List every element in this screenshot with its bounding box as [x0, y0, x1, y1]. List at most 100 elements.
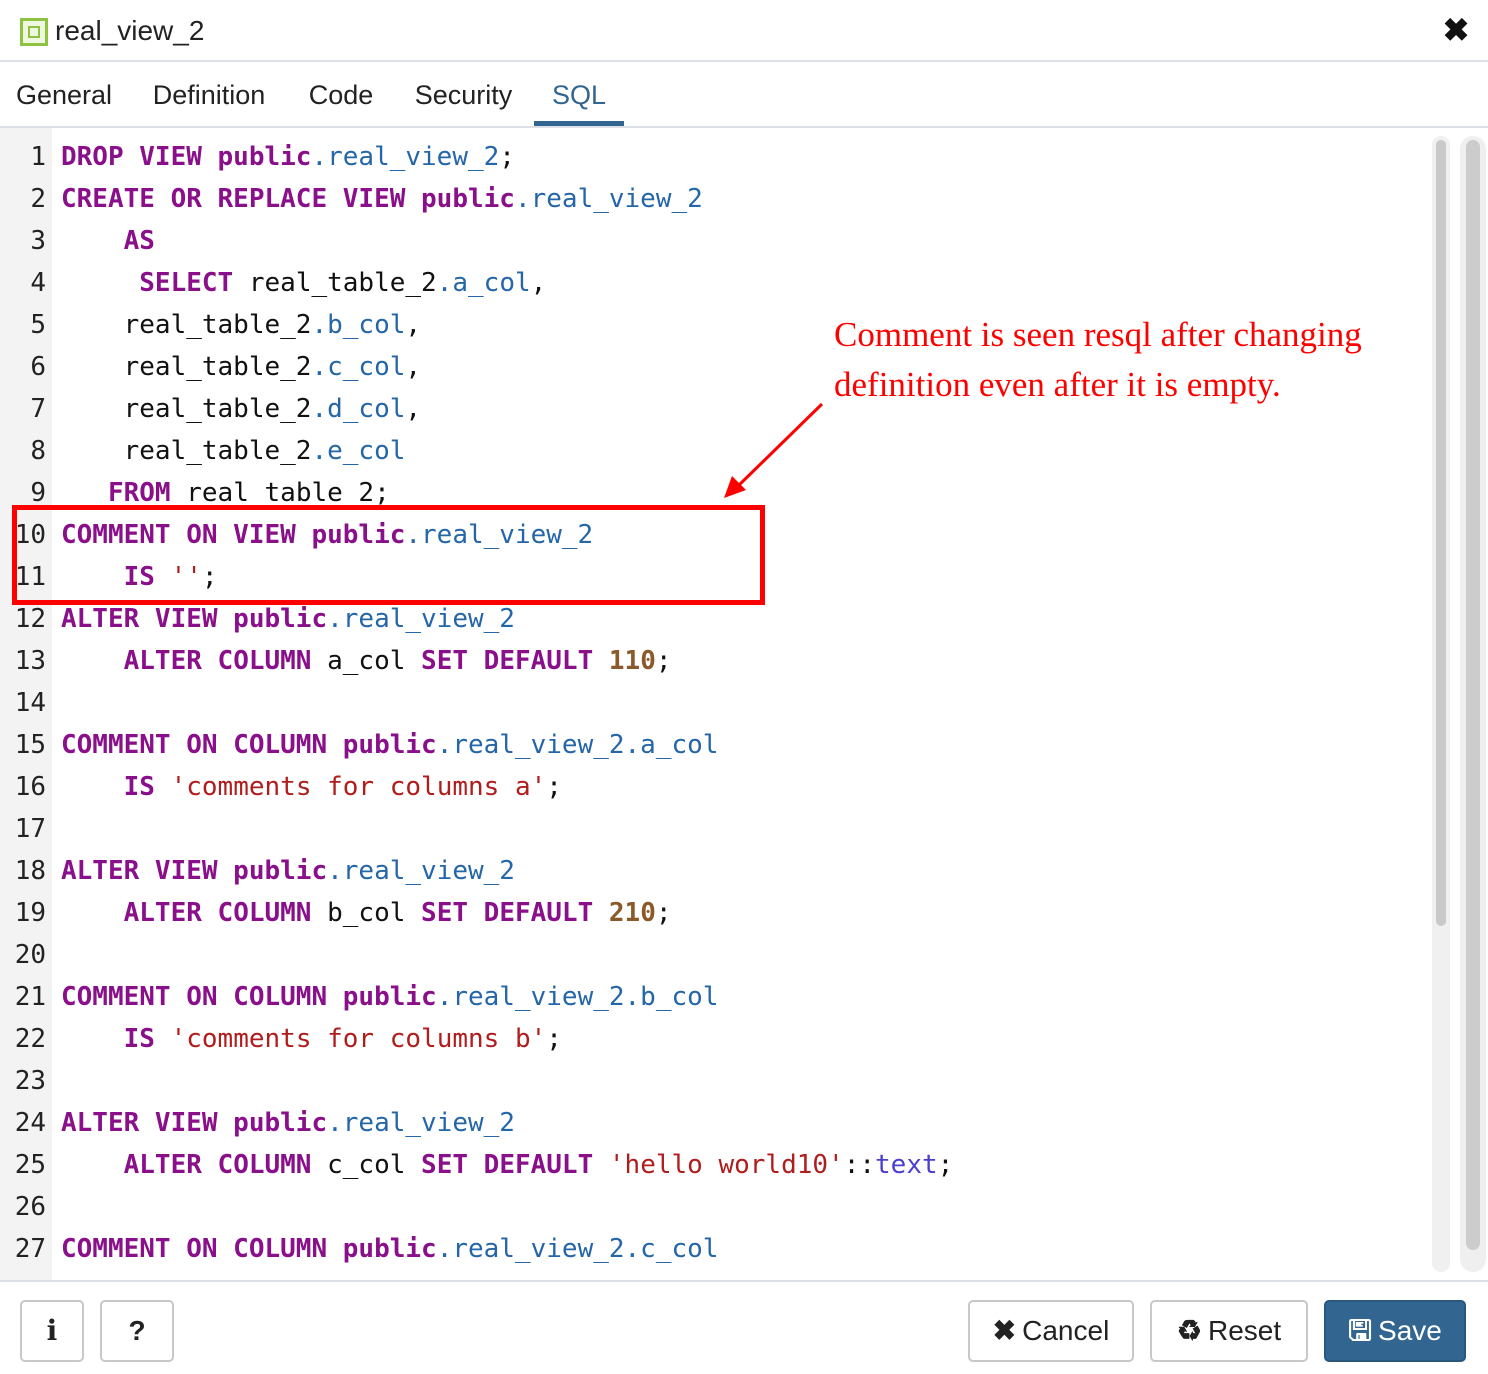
- code-line: 25 ALTER COLUMN c_col SET DEFAULT 'hello…: [0, 1144, 1420, 1186]
- save-button[interactable]: 🖫 Save: [1324, 1300, 1466, 1362]
- code-text: IS 'comments for columns b';: [61, 1018, 562, 1060]
- inner-scrollbar-thumb[interactable]: [1436, 140, 1446, 926]
- code-token: COMMENT ON COLUMN public: [61, 1234, 437, 1264]
- annotation-arrow: [724, 402, 824, 498]
- code-token: DROP VIEW public: [61, 142, 312, 172]
- cancel-button[interactable]: ✖ Cancel: [968, 1300, 1134, 1362]
- code-token: 110: [608, 646, 656, 676]
- line-number: 3: [30, 226, 46, 256]
- line-number: 18: [14, 856, 46, 886]
- code-line: 1 DROP VIEW public.real_view_2;: [0, 136, 1420, 178]
- line-number: 4: [30, 268, 46, 298]
- code-line: 14: [0, 682, 1420, 724]
- sql-editor[interactable]: 1 DROP VIEW public.real_view_2; 2 CREATE OR…: [0, 128, 1488, 1280]
- code-line: 22 IS 'comments for columns b';: [0, 1018, 1420, 1060]
- code-token: SET DEFAULT: [421, 898, 594, 928]
- info-button[interactable]: i: [20, 1300, 84, 1362]
- tab-general[interactable]: General: [16, 64, 112, 126]
- line-number: 15: [14, 730, 46, 760]
- help-button[interactable]: ?: [100, 1300, 174, 1362]
- line-number: 24: [14, 1108, 46, 1138]
- line-number: 21: [14, 982, 46, 1012]
- code-token: .a_col: [436, 268, 531, 298]
- code-token: SELECT: [139, 268, 234, 298]
- tab-bar: General Definition Code Security SQL: [0, 64, 1488, 128]
- outer-scrollbar-thumb[interactable]: [1466, 140, 1480, 1250]
- code-token: COMMENT ON COLUMN public: [61, 982, 437, 1012]
- code-token: ;: [655, 898, 672, 928]
- code-token: ,: [530, 268, 547, 298]
- tab-security[interactable]: Security: [413, 64, 514, 126]
- code-token: FROM: [107, 478, 171, 508]
- reset-button[interactable]: ♻ Reset: [1150, 1300, 1308, 1362]
- code-token: ;: [937, 1150, 954, 1180]
- save-icon: 🖫: [1348, 1315, 1373, 1346]
- close-icon[interactable]: ✖: [1440, 14, 1472, 46]
- code-token: 'hello world10': [608, 1150, 844, 1180]
- code-text: ALTER COLUMN b_col SET DEFAULT 210;: [61, 892, 672, 934]
- line-number: 6: [30, 352, 46, 382]
- code-text: DROP VIEW public.real_view_2;: [61, 136, 515, 178]
- code-token: ALTER COLUMN: [123, 1150, 312, 1180]
- line-number: 8: [30, 436, 46, 466]
- code-token: ,: [405, 352, 422, 382]
- line-number: 20: [14, 940, 46, 970]
- recycle-icon: ♻: [1176, 1315, 1202, 1346]
- code-text: IS 'comments for columns a';: [61, 766, 562, 808]
- code-text: COMMENT ON COLUMN public.real_view_2.c_c…: [61, 1228, 718, 1270]
- save-label: Save: [1378, 1315, 1442, 1346]
- code-token: ALTER COLUMN: [123, 646, 312, 676]
- line-number: 25: [14, 1150, 46, 1180]
- code-text: COMMENT ON COLUMN public.real_view_2.a_c…: [61, 724, 718, 766]
- line-number: 2: [30, 184, 46, 214]
- code-text: ALTER VIEW public.real_view_2: [61, 850, 515, 892]
- code-line: 21 COMMENT ON COLUMN public.real_view_2.b…: [0, 976, 1420, 1018]
- code-token: 'comments for columns b': [170, 1024, 547, 1054]
- cancel-label: Cancel: [1022, 1315, 1110, 1346]
- code-line: 20: [0, 934, 1420, 976]
- tab-sql[interactable]: SQL: [534, 64, 624, 126]
- code-token: real_table_2;: [170, 478, 390, 508]
- dialog-title: real_view_2: [55, 15, 205, 46]
- code-text: COMMENT ON COLUMN public.real_view_2.b_c…: [61, 976, 718, 1018]
- code-token: ::: [843, 1150, 876, 1180]
- code-token: ALTER VIEW public: [61, 1108, 328, 1138]
- code-text: ALTER COLUMN a_col SET DEFAULT 110;: [61, 640, 672, 682]
- code-token: ;: [655, 646, 672, 676]
- code-text: real_table_2.b_col,: [61, 304, 421, 346]
- code-token: SET DEFAULT: [421, 646, 594, 676]
- code-token: .d_col: [311, 394, 406, 424]
- code-text: ALTER COLUMN c_col SET DEFAULT 'hello wo…: [61, 1144, 954, 1186]
- code-line: 23: [0, 1060, 1420, 1102]
- line-number: 23: [14, 1066, 46, 1096]
- annotation-highlight-box: [12, 505, 765, 605]
- code-line: 17: [0, 808, 1420, 850]
- code-token: IS: [123, 1024, 155, 1054]
- line-number: 13: [14, 646, 46, 676]
- code-token: CREATE OR REPLACE VIEW public: [61, 184, 515, 214]
- code-token: ;: [499, 142, 515, 172]
- annotation-text: Comment is seen resql after changing def…: [834, 315, 1362, 404]
- view-icon: [20, 18, 48, 46]
- code-text: CREATE OR REPLACE VIEW public.real_view_…: [61, 178, 703, 220]
- code-token: .real_view_2.a_col: [436, 730, 719, 760]
- tab-code[interactable]: Code: [308, 64, 374, 126]
- tab-definition[interactable]: Definition: [150, 64, 268, 126]
- code-line: 24 ALTER VIEW public.real_view_2: [0, 1102, 1420, 1144]
- code-token: text: [875, 1150, 938, 1180]
- code-line: 4 SELECT real_table_2.a_col,: [0, 262, 1420, 304]
- code-token: real_table_2: [61, 436, 312, 466]
- code-token: real_table_2: [61, 310, 312, 340]
- code-text: real_table_2.c_col,: [61, 346, 421, 388]
- code-token: real_table_2: [61, 394, 312, 424]
- code-token: AS: [123, 226, 155, 256]
- code-token: .real_view_2: [327, 856, 515, 886]
